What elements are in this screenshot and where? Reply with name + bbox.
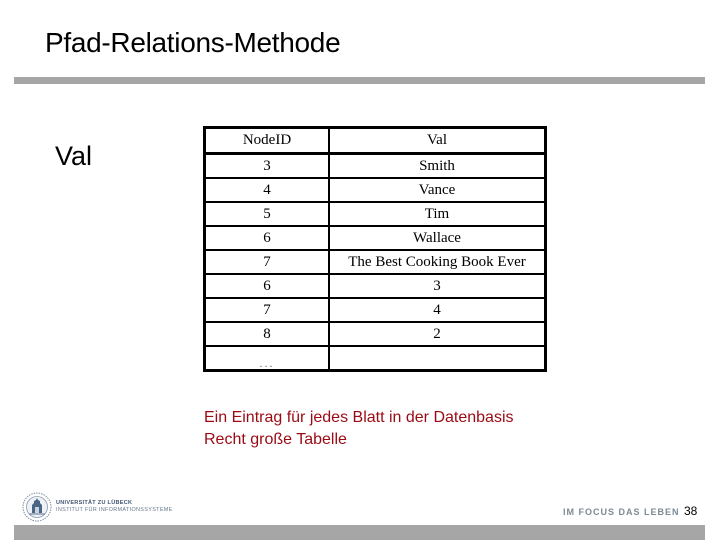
table-row-ellipsis: ...	[203, 345, 547, 372]
university-name: UNIVERSITÄT ZU LÜBECK	[56, 500, 133, 506]
note-text: Ein Eintrag für jedes Blatt in der Daten…	[204, 407, 514, 451]
cell-val: Tim	[328, 201, 547, 227]
table-row: 8 2	[203, 321, 547, 347]
table-row: 4 Vance	[203, 177, 547, 203]
cell-val: 4	[328, 297, 547, 323]
cell-val: 2	[328, 321, 547, 347]
note-line-2: Recht große Tabelle	[204, 431, 347, 448]
table-row: 5 Tim	[203, 201, 547, 227]
cell-ellipsis: ...	[203, 345, 330, 372]
cell-val: 3	[328, 273, 547, 299]
table-row: 6 Wallace	[203, 225, 547, 251]
cell-nodeid: 6	[203, 273, 330, 299]
cell-val: Vance	[328, 177, 547, 203]
cell-nodeid: 4	[203, 177, 330, 203]
cell-val: The Best Cooking Book Ever	[328, 249, 547, 275]
header-nodeid: NodeID	[203, 126, 330, 155]
title-divider	[14, 77, 705, 84]
table-row: 3 Smith	[203, 152, 547, 179]
institute-name: INSTITUT FÜR INFORMATIONSSYSTEME	[56, 507, 173, 513]
val-table: NodeID Val 3 Smith 4 Vance 5 Tim 6 Walla…	[203, 126, 547, 372]
table-header-row: NodeID Val	[203, 126, 547, 155]
cell-nodeid: 6	[203, 225, 330, 251]
cell-empty	[328, 345, 547, 372]
cell-nodeid: 3	[203, 152, 330, 179]
cell-val: Wallace	[328, 225, 547, 251]
slide-title: Pfad-Relations-Methode	[45, 27, 341, 58]
cell-nodeid: 5	[203, 201, 330, 227]
university-logo: UNIVERSITÄT ZU LÜBECK INSTITUT FÜR INFOR…	[22, 492, 173, 522]
footer-bar	[14, 525, 705, 540]
header-val: Val	[328, 126, 547, 155]
logo-text: UNIVERSITÄT ZU LÜBECK INSTITUT FÜR INFOR…	[56, 500, 173, 514]
footer-slogan: IM FOCUS DAS LEBEN	[563, 507, 680, 517]
table-row: 7 4	[203, 297, 547, 323]
cell-nodeid: 7	[203, 297, 330, 323]
cell-val: Smith	[328, 152, 547, 179]
university-seal-icon	[22, 492, 52, 522]
page-number: 38	[684, 504, 698, 518]
cell-nodeid: 7	[203, 249, 330, 275]
cell-nodeid: 8	[203, 321, 330, 347]
note-line-1: Ein Eintrag für jedes Blatt in der Daten…	[204, 409, 514, 426]
bullet-label: Val	[55, 141, 93, 171]
table-row: 7 The Best Cooking Book Ever	[203, 249, 547, 275]
table-row: 6 3	[203, 273, 547, 299]
